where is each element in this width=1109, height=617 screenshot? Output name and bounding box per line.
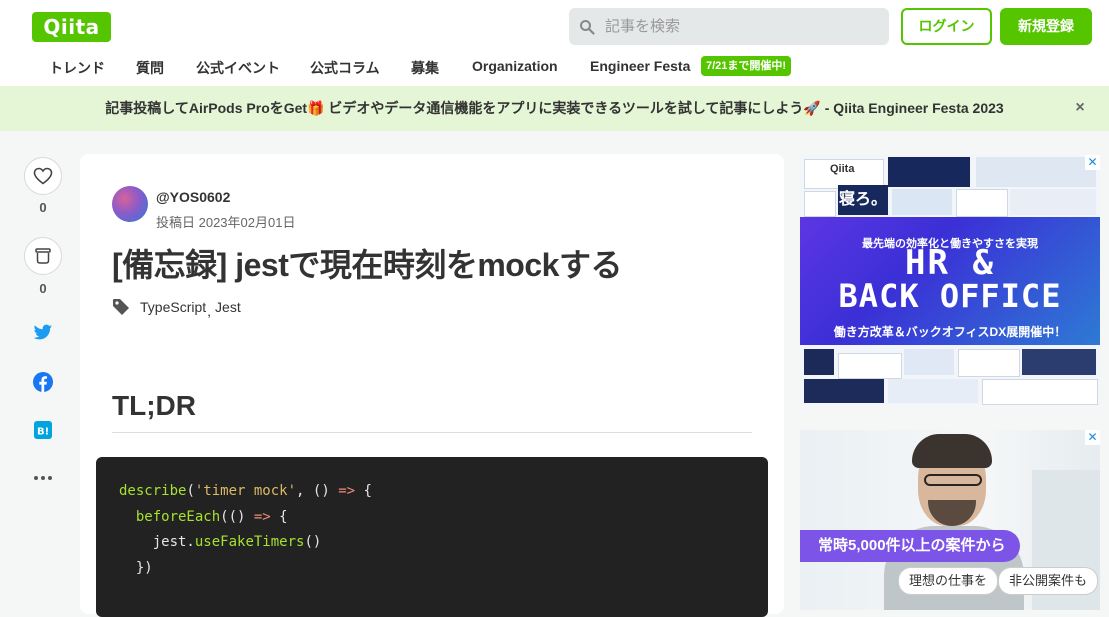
tag-separator: , <box>207 303 212 319</box>
stock-count: 0 <box>39 281 47 296</box>
post-date: 投稿日 2023年02月01日 <box>156 215 296 230</box>
heart-icon <box>33 167 53 185</box>
code-token: jest. <box>152 534 195 550</box>
ad-sleep-tile: 寝ろ。 <box>838 185 888 215</box>
top-bar: Qiita ログイン 新規登録 トレンド 質問 公式イベント 公式コラム 募集 … <box>0 0 1109 86</box>
ad-chip-1: 理想の仕事を <box>898 567 999 595</box>
ad-bottom-tile <box>1022 349 1096 375</box>
ad-bottom-tile <box>904 349 954 375</box>
code-token: => <box>338 483 356 499</box>
more-options[interactable] <box>33 468 53 488</box>
stock-button[interactable] <box>24 237 62 275</box>
tag-jest[interactable]: Jest <box>215 299 241 315</box>
author-username[interactable]: @YOS0602 <box>156 189 230 205</box>
avatar[interactable] <box>112 186 148 222</box>
code-block: describe('timer mock', () => { beforeEac… <box>96 457 768 617</box>
code-token: 'timer mock' <box>194 483 297 499</box>
svg-text:B!: B! <box>37 427 49 438</box>
heading-divider <box>112 432 752 433</box>
close-icon[interactable]: × <box>1071 99 1089 117</box>
nav-official-columns[interactable]: 公式コラム <box>310 58 380 78</box>
ad-banner-hr-backoffice[interactable]: 寝ろ。 Qiita 最先端の効率化と働きやすさを実現 HR & BACK OFF… <box>800 155 1100 405</box>
ad-top-tile <box>1010 189 1096 215</box>
code-token: ( <box>186 483 195 499</box>
facebook-icon <box>33 372 53 392</box>
person-hair <box>912 434 992 468</box>
search-input[interactable] <box>603 17 877 36</box>
hatena-share[interactable]: B! <box>33 420 53 440</box>
nav-recruit[interactable]: 募集 <box>411 58 439 78</box>
ad-caption: 働き方改革＆バックオフィスDX展開催中！ <box>833 325 1067 339</box>
ad-top-tile <box>804 191 836 217</box>
ad-banner-jobs[interactable]: 常時5,000件以上の案件から 理想の仕事を 非公開案件も ✕ <box>800 430 1100 610</box>
ad-bottom-tile <box>982 379 1098 405</box>
banner-text: 記事投稿してAirPods ProをGet🎁 ビデオやデータ通信機能をアプリに実… <box>105 100 1004 116</box>
search-box[interactable] <box>569 8 889 45</box>
festa-banner[interactable]: 記事投稿してAirPods ProをGet🎁 ビデオやデータ通信機能をアプリに実… <box>0 86 1109 131</box>
ad-top-tile <box>976 157 1096 187</box>
nav-organization[interactable]: Organization <box>472 58 558 74</box>
ad-bottom-tile <box>958 349 1020 377</box>
ad-brand: Qiita <box>830 163 855 175</box>
signup-button[interactable]: 新規登録 <box>1000 8 1092 45</box>
ad-top-tile <box>956 189 1008 217</box>
ad-pill: 常時5,000件以上の案件から <box>800 530 1020 562</box>
person-glasses <box>924 474 982 486</box>
tag-icon <box>113 299 129 315</box>
code-token: => <box>253 508 271 525</box>
ad-top-tile <box>888 157 970 187</box>
ad-top-tile <box>892 189 952 215</box>
ad-bottom-tile <box>804 379 884 403</box>
ad-bottom-tile <box>804 349 834 375</box>
ad-chip-2: 非公開案件も <box>998 567 1099 595</box>
code-token: { <box>270 508 288 525</box>
festa-badge: 7/21まで開催中! <box>701 56 792 76</box>
nav-trend[interactable]: トレンド <box>49 58 105 78</box>
twitter-share[interactable] <box>33 323 53 343</box>
like-count: 0 <box>39 200 47 215</box>
ad-bottom-strip <box>800 345 1100 405</box>
facebook-share[interactable] <box>33 372 53 392</box>
ad-headline-2: BACK OFFICE <box>838 277 1062 315</box>
code-token: useFakeTimers <box>194 534 305 550</box>
ad-close-icon[interactable]: ✕ <box>1085 155 1100 170</box>
code-token: { <box>355 483 372 499</box>
ad-bottom-tile <box>838 353 902 379</box>
login-button[interactable]: ログイン <box>901 8 992 45</box>
like-button[interactable] <box>24 157 62 195</box>
qiita-logo[interactable]: Qiita <box>32 12 111 42</box>
ad-bottom-tile <box>888 379 978 403</box>
article-title: [備忘録] jestで現在時刻をmockする <box>112 247 622 283</box>
search-icon <box>580 19 595 35</box>
twitter-icon <box>33 324 53 340</box>
nav-official-events[interactable]: 公式イベント <box>196 58 280 78</box>
code-token: , () <box>296 483 339 499</box>
more-icon <box>34 476 52 480</box>
code-token: describe <box>119 483 187 499</box>
stock-icon <box>35 248 51 264</box>
section-heading: TL;DR <box>112 390 196 421</box>
nav-questions[interactable]: 質問 <box>136 58 164 78</box>
tag-list: TypeScript , Jest <box>112 298 241 319</box>
ad-close-icon[interactable]: ✕ <box>1085 430 1100 445</box>
code-token: beforeEach <box>135 508 221 525</box>
tag-typescript[interactable]: TypeScript <box>140 299 206 315</box>
hatena-bookmark-icon: B! <box>34 421 52 439</box>
code-token: () <box>304 534 322 550</box>
code-token: (() <box>220 508 254 525</box>
ad-top-strip: 寝ろ。 Qiita <box>800 155 1100 217</box>
nav-engineer-festa[interactable]: Engineer Festa <box>590 58 690 74</box>
code-token: }) <box>119 559 153 576</box>
